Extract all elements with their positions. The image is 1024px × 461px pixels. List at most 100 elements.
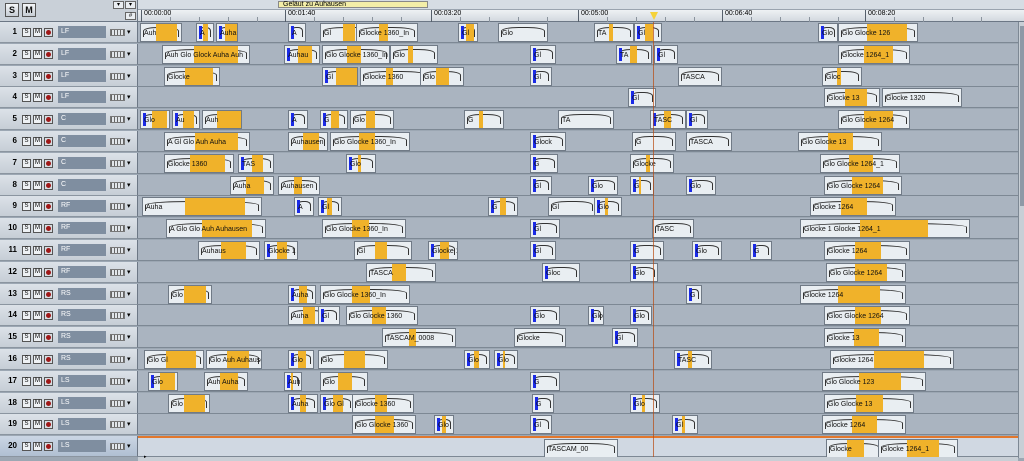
solo-toggle[interactable]: S [22, 246, 31, 255]
audio-clip[interactable]: TASCAM_0008 [382, 328, 456, 348]
chevron-down-icon[interactable]: ▾ [127, 115, 131, 123]
track-lane[interactable]: A Gl Glo Auh Auha Auhausen Glo Glocke 1360… [138, 131, 1018, 152]
solo-toggle[interactable]: S [22, 442, 31, 452]
solo-toggle[interactable]: S [22, 115, 31, 125]
audio-clip[interactable]: Glo [498, 23, 548, 42]
audio-clip[interactable]: Glo [390, 44, 438, 64]
audio-clip[interactable]: TA [558, 110, 614, 130]
mute-toggle[interactable]: M [33, 158, 42, 168]
solo-button[interactable]: S [5, 3, 19, 17]
audio-clip[interactable]: Auh [284, 371, 302, 391]
audio-clip[interactable]: Glo Auh Auhause [206, 350, 262, 369]
audio-clip[interactable]: Glocke [826, 439, 882, 458]
audio-clip[interactable]: Glo [588, 306, 604, 326]
mute-toggle[interactable]: M [33, 224, 42, 234]
audio-clip[interactable]: Glo [318, 350, 388, 369]
track-output-label[interactable]: C [58, 135, 106, 147]
audio-clip[interactable]: Glocke 1264_1 [878, 439, 958, 458]
vertical-scrollbar[interactable] [1018, 22, 1024, 458]
track-output-label[interactable]: LS [58, 374, 106, 387]
solo-toggle[interactable]: S [22, 224, 31, 234]
audio-clip[interactable]: Auh [202, 110, 242, 130]
track-header[interactable]: 1 S M LF ▾ [0, 22, 138, 43]
track-header[interactable]: 3 S M LF ▾ [0, 65, 138, 87]
volume-meter[interactable] [110, 421, 125, 429]
audio-clip[interactable]: Auha [288, 284, 316, 304]
track-output-label[interactable]: LF [58, 47, 106, 60]
audio-clip[interactable]: Glocke [514, 328, 566, 348]
solo-toggle[interactable]: S [22, 333, 31, 343]
audio-clip[interactable]: Glo [530, 306, 560, 326]
audio-clip[interactable]: Glocke 1264 [824, 241, 910, 260]
solo-toggle[interactable]: S [22, 420, 31, 430]
audio-clip[interactable]: Glo [818, 23, 838, 42]
track-header[interactable]: 5 S M C ▾ [0, 109, 138, 131]
audio-clip[interactable]: Gl [530, 175, 552, 195]
audio-clip[interactable]: Gl [530, 415, 552, 435]
track-lane[interactable]: Auha Gl Glo Glocke 1360 Glo Glo Glo Gloc Glock… [138, 305, 1018, 327]
audio-clip[interactable]: G [630, 175, 654, 195]
track-header[interactable]: 18 S M LS ▾ [0, 392, 138, 414]
volume-meter[interactable] [110, 116, 125, 124]
volume-meter[interactable] [110, 443, 125, 451]
record-arm-icon[interactable] [44, 246, 53, 255]
chevron-down-icon[interactable]: ▾ [127, 290, 131, 298]
audio-clip[interactable]: Glo Glocke 1360_In [322, 44, 390, 64]
record-arm-icon[interactable] [44, 376, 53, 386]
audio-clip[interactable]: Glo [168, 284, 212, 304]
audio-clip[interactable]: Auh Glo Glock Auha Auh [162, 44, 250, 64]
audio-clip[interactable]: TASCA [366, 262, 436, 282]
record-arm-icon[interactable] [44, 289, 53, 299]
record-arm-icon[interactable] [44, 49, 53, 59]
mute-toggle[interactable]: M [33, 28, 42, 37]
track-header[interactable]: 15 S M RS ▾ [0, 327, 138, 349]
track-lane[interactable]: Auh Glo Glock Auha Auh Auhau Glo Glocke 13… [138, 43, 1018, 65]
audio-clip[interactable]: Gl [672, 415, 698, 435]
timeline-ruler[interactable]: 00:00:00 00:01:40 00:03:20 00:05:00 00:06:40… [138, 10, 1024, 22]
volume-meter[interactable] [110, 247, 125, 254]
chevron-down-icon[interactable]: ▾ [127, 311, 131, 319]
solo-toggle[interactable]: S [22, 398, 31, 408]
track-lane[interactable]: Gl Glocke 13 Glocke 1320 [138, 87, 1018, 109]
solo-toggle[interactable]: S [22, 202, 31, 212]
solo-toggle[interactable]: S [22, 71, 31, 81]
record-arm-icon[interactable] [44, 355, 53, 364]
audio-clip[interactable]: G [632, 132, 676, 151]
record-arm-icon[interactable] [44, 115, 53, 125]
audio-clip[interactable]: Glocke 1360 [352, 393, 414, 413]
track-output-label[interactable]: RS [58, 287, 106, 300]
chevron-down-icon[interactable]: ▾ [127, 93, 131, 101]
audio-clip[interactable]: Glocke 1360 [428, 241, 458, 260]
audio-clip[interactable]: Glo [630, 306, 652, 326]
scroll-thumb[interactable] [1020, 26, 1024, 206]
audio-clip[interactable]: Gl [634, 23, 662, 42]
mute-toggle[interactable]: M [33, 333, 42, 343]
audio-clip[interactable]: Glo Glocke 1264 [838, 110, 910, 130]
audio-clip[interactable]: A [294, 197, 314, 217]
track-header[interactable]: 9 S M RF ▾ [0, 196, 138, 218]
solo-toggle[interactable]: S [22, 28, 31, 37]
audio-clip[interactable]: Glo [494, 350, 518, 369]
volume-meter[interactable] [110, 356, 125, 363]
audio-clip[interactable]: Glo Glocke 1264 [824, 175, 902, 195]
track-lane[interactable]: A Glo Glo Auh Auhausen Glo Glocke 1360_In… [138, 218, 1018, 240]
audio-clip[interactable]: Glo Glocke 1360_In [330, 132, 410, 151]
track-lane[interactable]: Glo Au Auh A G Glo G TA TASC Gl Glo Glocke 1264 [138, 109, 1018, 131]
audio-clip[interactable]: Gl [318, 197, 342, 217]
volume-meter[interactable] [110, 290, 125, 298]
audio-clip[interactable]: Glo Glocke 1360_In [320, 284, 410, 304]
track-output-label[interactable]: C [58, 113, 106, 126]
audio-clip[interactable]: Auhausen [278, 175, 320, 195]
audio-clip[interactable]: Glo [588, 175, 618, 195]
audio-clip[interactable]: Glo Glocke 126 [838, 23, 918, 42]
audio-clip[interactable]: TASCAM_00 [544, 439, 618, 458]
record-arm-icon[interactable] [44, 442, 53, 452]
audio-clip[interactable]: Auh [140, 23, 182, 42]
audio-clip[interactable]: Auha [230, 175, 274, 195]
audio-clip[interactable]: Gl [322, 66, 358, 86]
mute-toggle[interactable]: M [33, 49, 42, 59]
track-output-label[interactable]: LF [58, 91, 106, 104]
audio-clip[interactable]: Gl [548, 197, 596, 217]
audio-clip[interactable]: Auhaus [198, 241, 260, 260]
track-header[interactable]: 14 S M RS ▾ [0, 305, 138, 327]
